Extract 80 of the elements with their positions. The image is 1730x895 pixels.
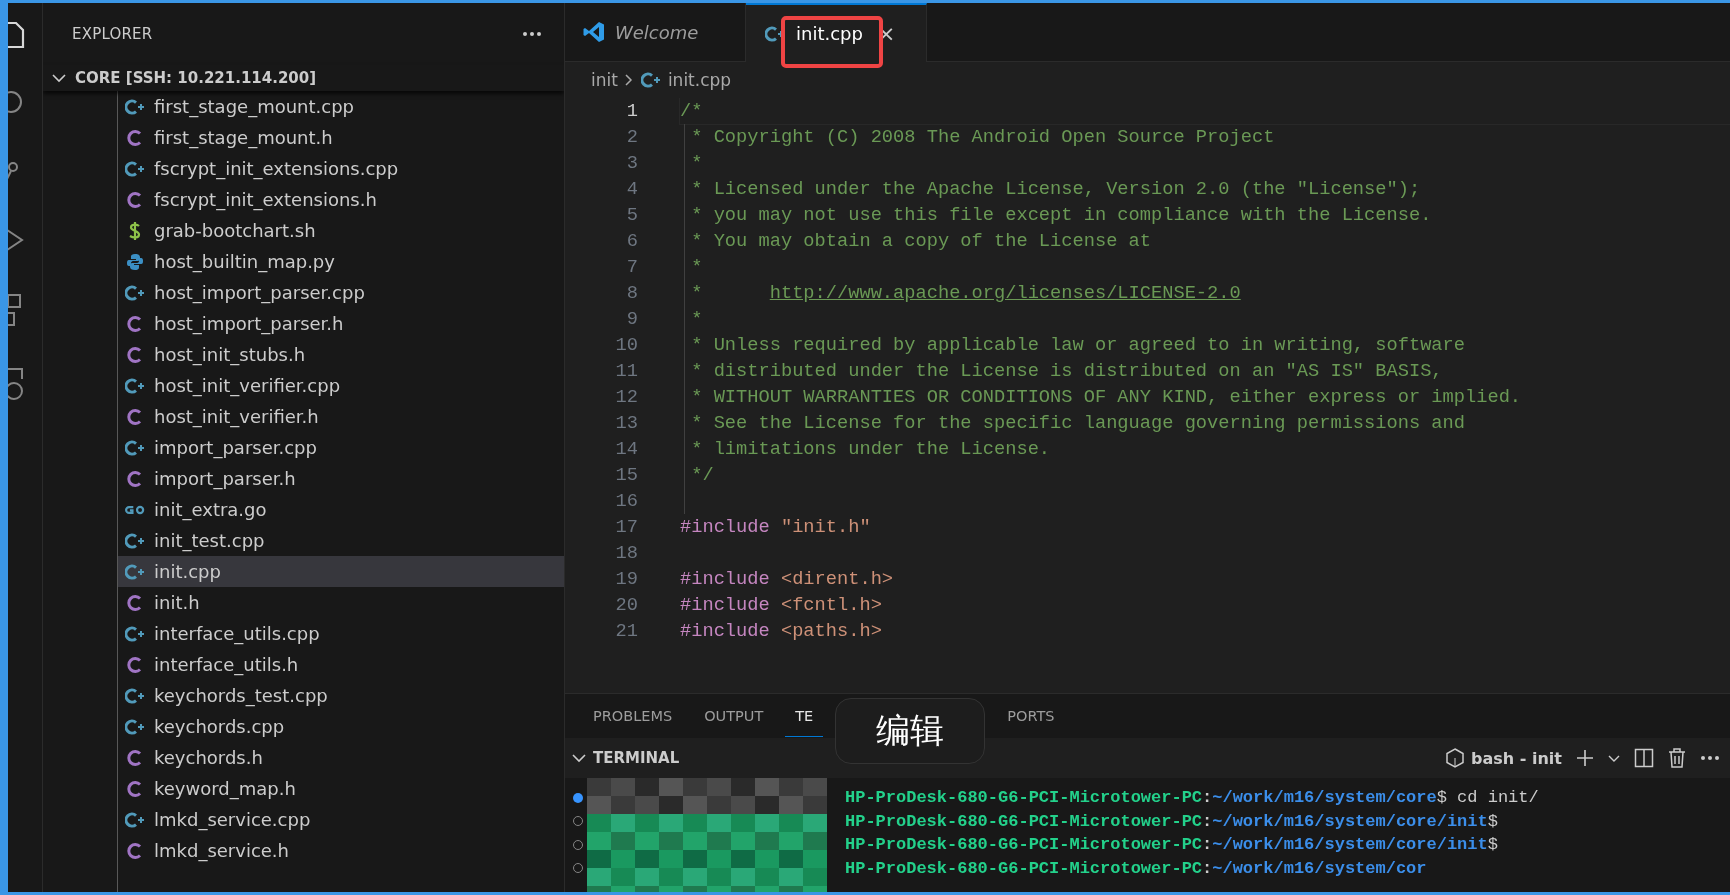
file-item[interactable]: keychords.cpp <box>118 711 564 742</box>
code-line: * Licensed under the Apache License, Version 2.0 (the "License"); <box>690 178 1421 200</box>
line-number: 6 <box>625 230 638 252</box>
file-item[interactable]: host_builtin_map.py <box>118 246 564 277</box>
file-item[interactable]: import_parser.cpp <box>118 432 564 463</box>
file-item[interactable]: first_stage_mount.h <box>118 122 564 153</box>
panel-tab[interactable]: PROBLEMS <box>583 695 683 737</box>
file-item[interactable]: import_parser.h <box>118 463 564 494</box>
code-line: * <box>690 256 703 278</box>
code-line: /* <box>680 100 703 122</box>
file-item[interactable]: keyword_map.h <box>118 773 564 804</box>
terminal-line: HP-ProDesk-680-G6-PCI-Microtower-PC:~/work/m16/system/core/init$ <box>845 835 1498 855</box>
line-number: 12 <box>614 386 638 408</box>
line-number: 2 <box>625 126 638 148</box>
code-line: #include <fcntl.h> <box>680 594 882 616</box>
code-line: #include "init.h" <box>680 516 871 538</box>
code-line: #include <dirent.h> <box>680 568 894 590</box>
file-item[interactable]: host_import_parser.cpp <box>118 277 564 308</box>
line-number: 3 <box>625 152 638 174</box>
explorer-title: EXPLORER <box>72 25 153 43</box>
code-line: * <box>690 308 703 330</box>
line-number: 15 <box>614 464 638 486</box>
file-item[interactable]: fscrypt_init_extensions.cpp <box>118 153 564 184</box>
line-number: 17 <box>614 516 638 538</box>
code-line: * See the License for the specific language governing permissions and <box>690 412 1465 434</box>
panel-tab[interactable]: OUTPUT <box>694 695 774 737</box>
code-line: * distributed under the License is distributed on an "AS IS" BASIS, <box>690 360 1443 382</box>
terminal-line: HP-ProDesk-680-G6-PCI-Microtower-PC:~/work/m16/system/core$ cd init/ <box>845 788 1539 808</box>
file-item[interactable]: init_extra.go <box>118 494 564 525</box>
file-item[interactable]: interface_utils.h <box>118 649 564 680</box>
file-item[interactable]: interface_utils.cpp <box>118 618 564 649</box>
line-number: 9 <box>625 308 638 330</box>
line-number: 13 <box>614 412 638 434</box>
file-item[interactable]: host_import_parser.h <box>118 308 564 339</box>
file-item[interactable]: grab-bootchart.sh <box>118 215 564 246</box>
line-number: 19 <box>614 568 638 590</box>
line-number: 4 <box>625 178 638 200</box>
code-line: */ <box>690 464 714 486</box>
terminal-title: TERMINAL <box>593 749 680 767</box>
code-line: * <box>690 152 703 174</box>
code-line: * limitations under the License. <box>690 438 1051 460</box>
line-number: 1 <box>625 100 638 122</box>
file-item[interactable]: init.cpp <box>118 556 564 587</box>
file-item[interactable]: first_stage_mount.cpp <box>118 91 564 122</box>
breadcrumb-item[interactable]: init.cpp <box>639 70 732 90</box>
breadcrumb-item[interactable]: init <box>591 70 618 90</box>
file-item[interactable]: host_init_stubs.h <box>118 339 564 370</box>
line-number: 21 <box>614 620 638 642</box>
line-number: 11 <box>614 360 638 382</box>
file-item[interactable]: host_init_verifier.cpp <box>118 370 564 401</box>
line-number: 20 <box>614 594 638 616</box>
code-line: * Copyright (C) 2008 The Android Open Source Project <box>690 126 1275 148</box>
terminal-line: HP-ProDesk-680-G6-PCI-Microtower-PC:~/work/m16/system/cor <box>845 858 1427 878</box>
line-number: 10 <box>614 334 638 356</box>
line-number: 5 <box>625 204 638 226</box>
line-number: 16 <box>614 490 638 512</box>
line-number: 7 <box>625 256 638 278</box>
code-line: #include <paths.h> <box>680 620 882 642</box>
terminal-line: HP-ProDesk-680-G6-PCI-Microtower-PC:~/work/m16/system/core/init$ <box>845 811 1498 831</box>
file-item[interactable]: keychords.h <box>118 742 564 773</box>
panel-tab[interactable]: PORTS <box>997 695 1065 737</box>
file-item[interactable]: init.h <box>118 587 564 618</box>
line-number: 8 <box>625 282 638 304</box>
line-number: 18 <box>614 542 638 564</box>
file-item[interactable]: host_init_verifier.h <box>118 401 564 432</box>
file-item[interactable]: init_test.cpp <box>118 525 564 556</box>
file-item[interactable]: keychords_test.cpp <box>118 680 564 711</box>
code-line: * WITHOUT WARRANTIES OR CONDITIONS OF ANY KIND, either express or implied. <box>690 386 1522 408</box>
terminal-selector[interactable]: bash - init <box>1445 748 1562 768</box>
file-item[interactable]: fscrypt_init_extensions.h <box>118 184 564 215</box>
code-line: * you may not use this file except in compliance with the License. <box>690 204 1432 226</box>
code-line: * http://www.apache.org/licenses/LICENSE-2.0 <box>690 282 1241 304</box>
file-item[interactable]: lmkd_service.h <box>118 835 564 866</box>
file-item[interactable]: lmkd_service.cpp <box>118 804 564 835</box>
toast-popup: 编辑 <box>835 698 986 764</box>
code-line: * You may obtain a copy of the License at <box>690 230 1151 252</box>
line-number: 14 <box>614 438 638 460</box>
panel-tab[interactable]: TE <box>785 695 824 737</box>
code-line: * Unless required by applicable law or agreed to in writing, software <box>690 334 1465 356</box>
folder-header[interactable]: CORE [SSH: 10.221.114.200] <box>43 65 564 91</box>
